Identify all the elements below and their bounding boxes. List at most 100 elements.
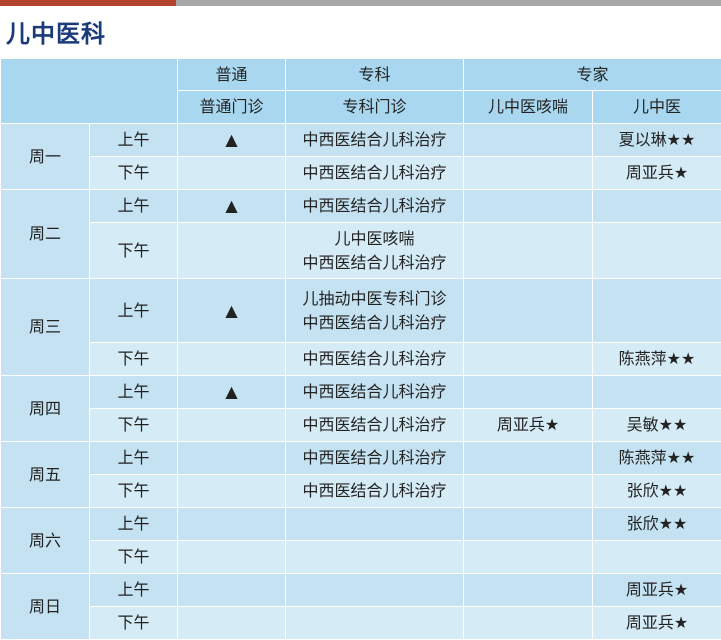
schedule-row: 周二上午▲中西医结合儿科治疗 [1, 190, 721, 223]
erzhongyi-cell: 周亚兵★ [593, 574, 721, 607]
kesou-cell [464, 223, 593, 279]
schedule-row: 周六上午张欣★★ [1, 508, 721, 541]
kesou-cell [464, 541, 593, 574]
zhuanke-cell: 中西医结合儿科治疗 [286, 190, 464, 223]
schedule-row: 周五上午中西医结合儿科治疗陈燕萍★★ [1, 442, 721, 475]
erzhongyi-cell: 陈燕萍★★ [593, 343, 721, 376]
zhuanke-line: 中西医结合儿科治疗 [286, 413, 463, 437]
ampm-cell: 下午 [90, 409, 178, 442]
putong-cell: ▲ [178, 190, 286, 223]
zhuanke-cell: 儿抽动中医专科门诊中西医结合儿科治疗 [286, 279, 464, 343]
subheader-kesou: 儿中医咳喘 [464, 91, 593, 124]
day-cell: 周日 [1, 574, 90, 640]
putong-cell: ▲ [178, 279, 286, 343]
putong-cell: ▲ [178, 124, 286, 157]
corner-header-cell [1, 59, 178, 124]
zhuanke-cell [286, 574, 464, 607]
kesou-cell [464, 574, 593, 607]
subheader-putong-menzhen: 普通门诊 [178, 91, 286, 124]
zhuanke-line: 中西医结合儿科治疗 [286, 479, 463, 503]
day-cell: 周四 [1, 376, 90, 442]
putong-cell [178, 442, 286, 475]
day-cell: 周三 [1, 279, 90, 376]
putong-cell [178, 574, 286, 607]
zhuanke-cell: 中西医结合儿科治疗 [286, 376, 464, 409]
ampm-cell: 下午 [90, 223, 178, 279]
kesou-cell [464, 157, 593, 190]
header-zhuanjia: 专家 [464, 59, 721, 91]
zhuanke-line: 中西医结合儿科治疗 [286, 194, 463, 218]
erzhongyi-cell [593, 223, 721, 279]
zhuanke-line: 儿抽动中医专科门诊 [286, 287, 463, 311]
kesou-cell: 周亚兵★ [464, 409, 593, 442]
kesou-cell [464, 190, 593, 223]
zhuanke-line: 中西医结合儿科治疗 [286, 446, 463, 470]
zhuanke-cell: 中西医结合儿科治疗 [286, 343, 464, 376]
putong-cell [178, 223, 286, 279]
ampm-cell: 上午 [90, 190, 178, 223]
zhuanke-cell: 中西医结合儿科治疗 [286, 475, 464, 508]
zhuanke-line: 中西医结合儿科治疗 [286, 347, 463, 371]
schedule-row: 下午 中西医结合儿科治疗 陈燕萍★★ [1, 343, 721, 376]
erzhongyi-cell: 夏以琳★★ [593, 124, 721, 157]
putong-cell [178, 157, 286, 190]
ampm-cell: 上午 [90, 279, 178, 343]
putong-cell [178, 508, 286, 541]
zhuanke-line: 中西医结合儿科治疗 [286, 380, 463, 404]
kesou-cell [464, 279, 593, 343]
kesou-cell [464, 124, 593, 157]
day-cell: 周二 [1, 190, 90, 279]
zhuanke-line: 中西医结合儿科治疗 [286, 311, 463, 335]
zhuanke-line: 中西医结合儿科治疗 [286, 251, 463, 275]
putong-cell [178, 409, 286, 442]
kesou-cell [464, 376, 593, 409]
erzhongyi-cell [593, 279, 721, 343]
kesou-cell [464, 442, 593, 475]
schedule-row: 下午中西医结合儿科治疗张欣★★ [1, 475, 721, 508]
erzhongyi-cell: 周亚兵★ [593, 157, 721, 190]
putong-cell [178, 541, 286, 574]
ampm-cell: 上午 [90, 124, 178, 157]
putong-cell [178, 343, 286, 376]
day-cell: 周五 [1, 442, 90, 508]
subheader-zhuanke-menzhen: 专科门诊 [286, 91, 464, 124]
ampm-cell: 下午 [90, 541, 178, 574]
schedule-row: 下午中西医结合儿科治疗周亚兵★ [1, 157, 721, 190]
zhuanke-line: 儿中医咳喘 [286, 227, 463, 251]
kesou-cell [464, 607, 593, 640]
kesou-cell [464, 475, 593, 508]
ampm-cell: 下午 [90, 475, 178, 508]
putong-cell [178, 475, 286, 508]
zhuanke-cell [286, 508, 464, 541]
ampm-cell: 下午 [90, 343, 178, 376]
erzhongyi-cell: 张欣★★ [593, 508, 721, 541]
day-cell: 周六 [1, 508, 90, 574]
zhuanke-cell: 中西医结合儿科治疗 [286, 124, 464, 157]
ampm-cell: 下午 [90, 607, 178, 640]
schedule-table: 普通 专科 专家 普通门诊 专科门诊 儿中医咳喘 儿中医 周一上午▲中西医结合儿… [0, 58, 721, 640]
ampm-cell: 上午 [90, 376, 178, 409]
schedule-row: 周日上午周亚兵★ [1, 574, 721, 607]
schedule-row: 下午 周亚兵★ [1, 607, 721, 640]
schedule-body: 周一上午▲中西医结合儿科治疗夏以琳★★下午中西医结合儿科治疗周亚兵★周二上午▲中… [1, 124, 721, 640]
erzhongyi-cell: 周亚兵★ [593, 607, 721, 640]
ampm-cell: 上午 [90, 508, 178, 541]
erzhongyi-cell [593, 190, 721, 223]
putong-cell: ▲ [178, 376, 286, 409]
kesou-cell [464, 508, 593, 541]
schedule-row: 下午 儿中医咳喘中西医结合儿科治疗 [1, 223, 721, 279]
zhuanke-cell: 中西医结合儿科治疗 [286, 409, 464, 442]
putong-cell [178, 607, 286, 640]
header-zhuanke: 专科 [286, 59, 464, 91]
kesou-cell [464, 343, 593, 376]
page-title: 儿中医科 [6, 14, 106, 49]
ampm-cell: 上午 [90, 442, 178, 475]
zhuanke-cell: 中西医结合儿科治疗 [286, 157, 464, 190]
subheader-erzhongyi: 儿中医 [593, 91, 721, 124]
zhuanke-cell [286, 607, 464, 640]
erzhongyi-cell [593, 541, 721, 574]
accent-bar-red [0, 0, 176, 6]
zhuanke-line: 中西医结合儿科治疗 [286, 161, 463, 185]
zhuanke-cell: 中西医结合儿科治疗 [286, 442, 464, 475]
zhuanke-cell [286, 541, 464, 574]
